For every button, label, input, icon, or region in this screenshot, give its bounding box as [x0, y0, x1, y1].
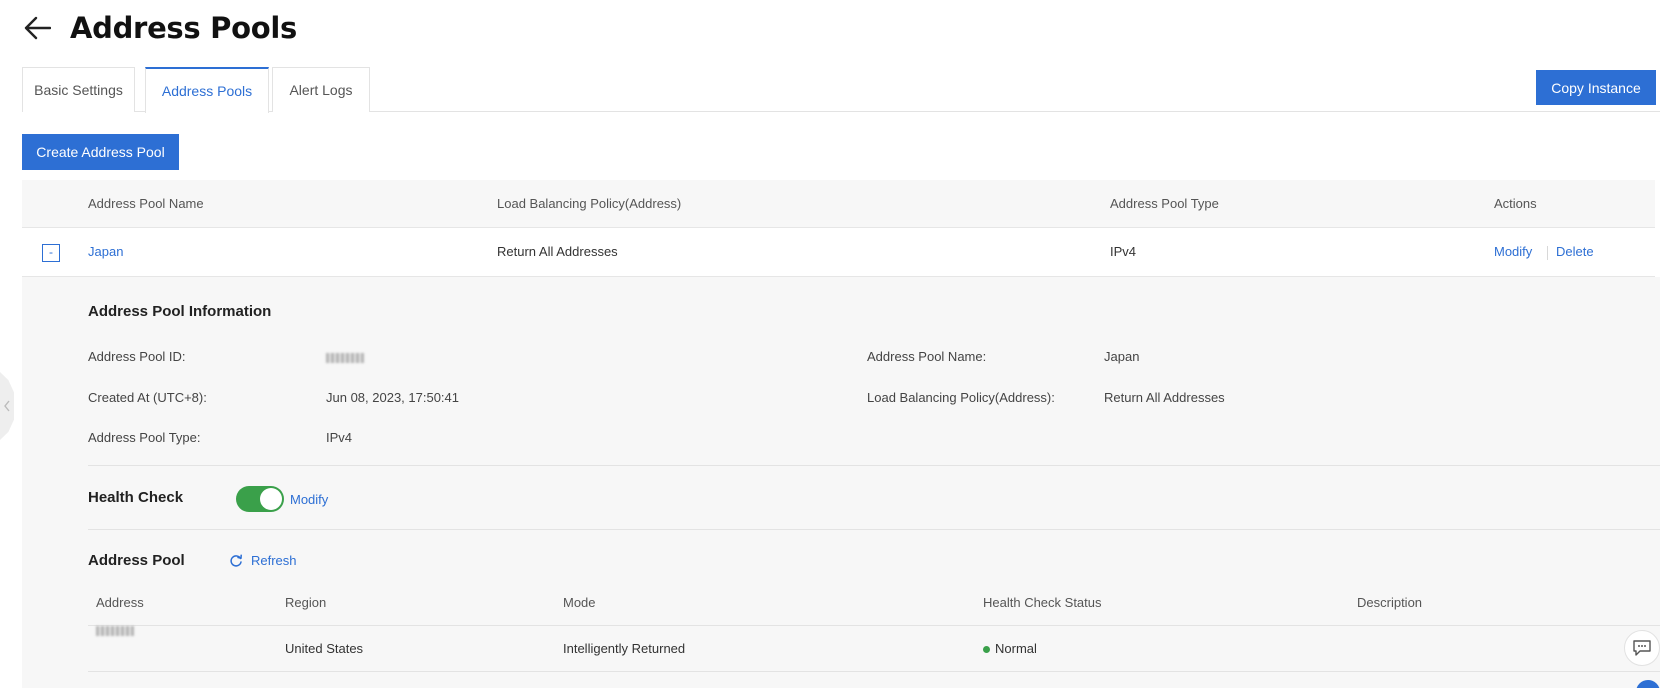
column-header-mode: Mode — [563, 595, 596, 610]
refresh-icon — [230, 553, 242, 567]
table-row: United States Intelligently Returned Nor… — [88, 626, 1660, 672]
table-row: - Japan Return All Addresses IPv4 Modify… — [22, 228, 1655, 277]
delete-link[interactable]: Delete — [1556, 228, 1594, 276]
health-status-text: Normal — [995, 641, 1037, 656]
address-pool-detail-panel: Address Pool Information Address Pool ID… — [22, 277, 1660, 688]
arrow-left-icon[interactable] — [22, 13, 52, 43]
address-pool-name-link[interactable]: Japan — [88, 228, 123, 276]
pool-name-label: Address Pool Name: — [867, 349, 987, 364]
column-header-name: Address Pool Name — [88, 196, 204, 211]
info-section-title: Address Pool Information — [88, 303, 272, 320]
section-divider — [88, 529, 1660, 530]
pool-name-value: Japan — [1104, 349, 1140, 364]
policy-label: Load Balancing Policy(Address): — [867, 390, 1055, 405]
column-header-address: Address — [96, 595, 144, 610]
pool-id-value-redacted — [326, 349, 364, 364]
table-header: Address Pool Name Load Balancing Policy(… — [22, 180, 1655, 228]
health-check-toggle[interactable] — [236, 486, 284, 512]
column-header-type: Address Pool Type — [1110, 196, 1219, 211]
sidebar-collapse-handle[interactable] — [0, 372, 14, 440]
health-check-modify-link[interactable]: Modify — [290, 492, 328, 507]
row-type: IPv4 — [1110, 244, 1137, 259]
refresh-label: Refresh — [251, 553, 297, 568]
column-header-health-status: Health Check Status — [983, 595, 1102, 610]
address-pool-section-title: Address Pool — [88, 552, 185, 569]
collapse-row-button[interactable]: - — [42, 244, 60, 262]
tab-address-pools[interactable]: Address Pools — [145, 67, 269, 113]
column-header-actions: Actions — [1494, 196, 1537, 211]
region-value: United States — [285, 641, 364, 656]
pool-type-value: IPv4 — [326, 430, 353, 445]
policy-value: Return All Addresses — [1104, 390, 1225, 405]
created-at-label: Created At (UTC+8): — [88, 390, 207, 405]
action-separator — [1547, 246, 1548, 260]
page-header: Address Pools — [22, 8, 297, 48]
chat-icon[interactable] — [1624, 630, 1660, 666]
column-header-region: Region — [285, 595, 327, 610]
mode-value: Intelligently Returned — [563, 641, 686, 656]
address-table-header: Address Region Mode Health Check Status … — [88, 580, 1660, 626]
column-header-policy: Load Balancing Policy(Address) — [497, 196, 682, 211]
modify-link[interactable]: Modify — [1494, 228, 1532, 276]
tab-bar: Basic Settings Address Pools Alert Logs … — [22, 67, 1660, 113]
tab-alert-logs[interactable]: Alert Logs — [272, 67, 370, 112]
health-status: Normal — [983, 626, 1037, 672]
status-dot-icon — [983, 646, 990, 654]
create-address-pool-button[interactable]: Create Address Pool — [22, 134, 179, 170]
column-header-description: Description — [1357, 595, 1423, 610]
copy-instance-button[interactable]: Copy Instance — [1536, 70, 1656, 105]
toggle-knob — [260, 488, 282, 510]
chevron-left-icon — [4, 400, 10, 412]
created-at-value: Jun 08, 2023, 17:50:41 — [326, 390, 460, 405]
pool-id-label: Address Pool ID: — [88, 349, 186, 364]
page-title: Address Pools — [70, 11, 297, 45]
row-policy: Return All Addresses — [497, 244, 618, 259]
refresh-button[interactable]: Refresh — [229, 553, 297, 568]
pool-type-label: Address Pool Type: — [88, 430, 201, 445]
health-check-title: Health Check — [88, 489, 184, 506]
section-divider — [88, 465, 1660, 466]
tab-basic-settings[interactable]: Basic Settings — [22, 67, 135, 112]
